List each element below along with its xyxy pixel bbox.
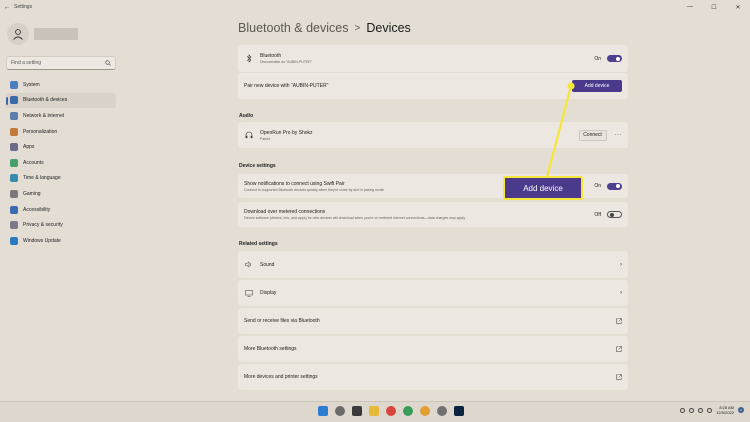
start-icon[interactable] (318, 406, 328, 416)
tray-chevron-icon[interactable] (680, 407, 686, 413)
clock[interactable]: 8:28 AM 12/5/2022 (716, 405, 734, 415)
chrome-beta-icon[interactable] (420, 406, 430, 416)
file-explorer-icon[interactable] (369, 406, 379, 416)
search-icon[interactable] (335, 406, 345, 416)
settings-app-icon[interactable] (437, 406, 447, 416)
callout-add-device: Add device (503, 176, 583, 200)
clock-date: 12/5/2022 (716, 410, 734, 415)
callout-connector (545, 82, 575, 178)
photoshop-icon[interactable] (454, 406, 464, 416)
wifi-icon[interactable] (689, 407, 695, 413)
volume-icon[interactable] (698, 407, 704, 413)
system-tray: 8:28 AM 12/5/2022 2 (680, 405, 744, 415)
taskbar: 8:28 AM 12/5/2022 2 (0, 401, 750, 422)
chrome-icon[interactable] (386, 406, 396, 416)
chrome-dev-icon[interactable] (403, 406, 413, 416)
battery-icon[interactable] (707, 407, 713, 413)
taskbar-apps (318, 406, 471, 416)
notification-badge[interactable]: 2 (738, 407, 744, 413)
camera-app-icon[interactable] (352, 406, 362, 416)
